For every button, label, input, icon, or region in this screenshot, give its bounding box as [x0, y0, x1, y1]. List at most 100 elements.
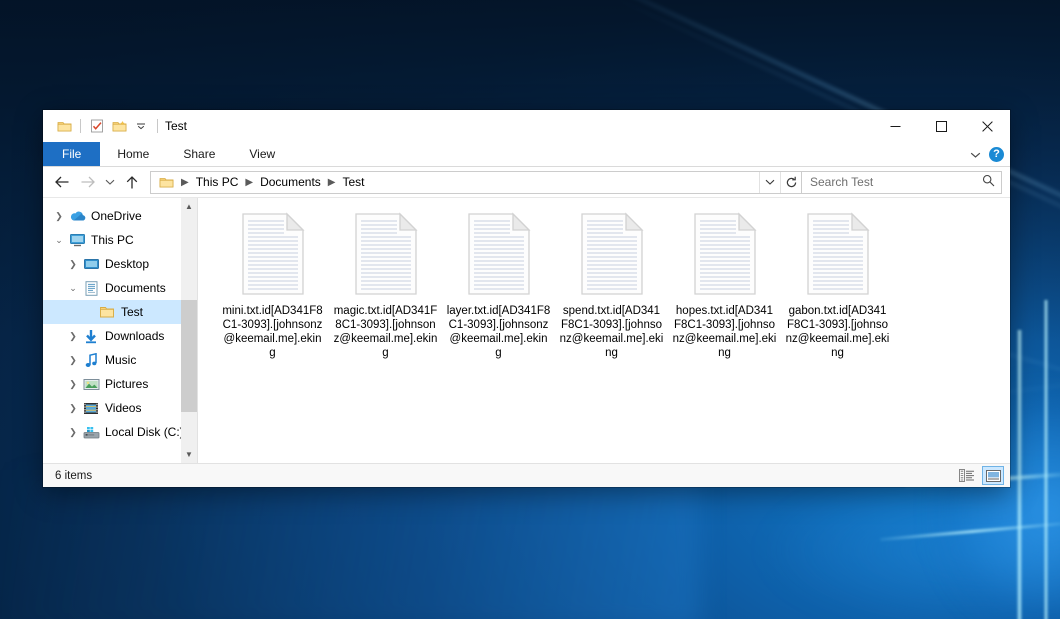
pictures-icon [81, 378, 101, 391]
toolbar-separator [80, 119, 81, 133]
music-icon [81, 353, 101, 368]
folder-icon [97, 305, 117, 319]
search-input[interactable] [810, 175, 982, 189]
tab-view[interactable]: View [232, 142, 292, 166]
search-box[interactable] [802, 171, 1002, 194]
text-file-icon [579, 212, 645, 296]
folder-icon[interactable] [53, 115, 75, 137]
tab-home[interactable]: Home [100, 142, 166, 166]
drive-icon [81, 426, 101, 439]
tab-file[interactable]: File [43, 142, 100, 166]
tab-share[interactable]: Share [166, 142, 232, 166]
maximize-button[interactable] [918, 110, 964, 142]
breadcrumb-documents[interactable]: Documents [257, 175, 324, 189]
tab-share-label: Share [183, 147, 215, 161]
navigation-pane-scrollbar[interactable]: ▲ ▼ [181, 198, 197, 463]
text-file-icon [240, 212, 306, 296]
window-controls [872, 110, 1010, 142]
chevron-down-icon[interactable]: ⌄ [65, 283, 81, 294]
breadcrumb-folder-icon [156, 176, 177, 189]
chevron-right-icon[interactable]: ❯ [65, 403, 81, 414]
refresh-icon[interactable] [780, 172, 801, 193]
sidebar-item-this-pc[interactable]: ⌄ This PC [43, 228, 197, 252]
scroll-down-arrow-icon[interactable]: ▼ [181, 446, 197, 463]
help-icon[interactable]: ? [989, 147, 1004, 162]
forward-button[interactable] [75, 169, 101, 195]
window-body: ❯ OneDrive ⌄ [43, 198, 1010, 463]
chevron-right-icon[interactable]: ❯ [65, 259, 81, 270]
sidebar-item-onedrive[interactable]: ❯ OneDrive [43, 204, 197, 228]
large-icons-view-button[interactable] [982, 466, 1004, 485]
breadcrumb-separator: ▶ [177, 177, 193, 188]
properties-icon[interactable] [86, 115, 108, 137]
address-dropdown-icon[interactable] [759, 172, 780, 193]
chevron-down-icon[interactable]: ⌄ [51, 235, 67, 246]
search-icon[interactable] [982, 174, 995, 190]
file-item[interactable]: mini.txt.id[AD341F8C1-3093].[johnsonz@ke… [216, 210, 329, 360]
quick-access-toolbar: Test [43, 115, 187, 137]
wallpaper-glow-left [0, 470, 700, 619]
desktop-icon [81, 258, 101, 271]
onedrive-icon [67, 210, 87, 222]
this-pc-icon [67, 233, 87, 247]
ribbon-collapse-chevron-icon[interactable] [970, 148, 981, 162]
file-item[interactable]: spend.txt.id[AD341F8C1-3093].[johnsonz@k… [555, 210, 668, 360]
scrollbar-thumb[interactable] [181, 300, 197, 412]
file-name-label: magic.txt.id[AD341F8C1-3093].[johnsonz@k… [334, 304, 438, 360]
address-bar[interactable]: ▶ This PC ▶ Documents ▶ Test [150, 171, 802, 194]
up-button[interactable] [119, 169, 145, 195]
minimize-button[interactable] [872, 110, 918, 142]
breadcrumb-this-pc[interactable]: This PC [193, 175, 242, 189]
file-name-label: spend.txt.id[AD341F8C1-3093].[johnsonz@k… [560, 304, 664, 360]
sidebar-item-test[interactable]: Test [43, 300, 197, 324]
file-item[interactable]: gabon.txt.id[AD341F8C1-3093].[johnsonz@k… [781, 210, 894, 360]
file-name-label: layer.txt.id[AD341F8C1-3093].[johnsonz@k… [447, 304, 551, 360]
file-name-label: gabon.txt.id[AD341F8C1-3093].[johnsonz@k… [786, 304, 890, 360]
file-grid: mini.txt.id[AD341F8C1-3093].[johnsonz@ke… [216, 210, 1000, 360]
desktop-wallpaper: Test File Home Share View [0, 0, 1060, 619]
back-button[interactable] [49, 169, 75, 195]
chevron-right-icon[interactable]: ❯ [65, 331, 81, 342]
sidebar-item-label: Desktop [105, 257, 149, 271]
sidebar-item-label: Pictures [105, 377, 148, 391]
chevron-right-icon[interactable]: ❯ [65, 427, 81, 438]
sidebar-item-label: Music [105, 353, 136, 367]
sidebar-item-music[interactable]: ❯ Music [43, 348, 197, 372]
sidebar-item-label: Test [121, 305, 143, 319]
sidebar-item-documents[interactable]: ⌄ Documents [43, 276, 197, 300]
scrollbar-track[interactable] [181, 215, 197, 446]
new-folder-icon[interactable] [108, 115, 130, 137]
file-name-label: mini.txt.id[AD341F8C1-3093].[johnsonz@ke… [221, 304, 325, 360]
sidebar-item-desktop[interactable]: ❯ Desktop [43, 252, 197, 276]
details-view-button[interactable] [956, 466, 978, 485]
sidebar-item-label: Videos [105, 401, 141, 415]
file-list-view[interactable]: mini.txt.id[AD341F8C1-3093].[johnsonz@ke… [198, 198, 1010, 463]
tab-file-label: File [62, 147, 81, 161]
file-item[interactable]: layer.txt.id[AD341F8C1-3093].[johnsonz@k… [442, 210, 555, 360]
file-item[interactable]: magic.txt.id[AD341F8C1-3093].[johnsonz@k… [329, 210, 442, 360]
address-bar-row: ▶ This PC ▶ Documents ▶ Test [43, 167, 1010, 198]
file-name-label: hopes.txt.id[AD341F8C1-3093].[johnsonz@k… [673, 304, 777, 360]
sidebar-item-downloads[interactable]: ❯ Downloads [43, 324, 197, 348]
recent-locations-chevron-icon[interactable] [101, 169, 119, 195]
file-item[interactable]: hopes.txt.id[AD341F8C1-3093].[johnsonz@k… [668, 210, 781, 360]
window-title: Test [165, 119, 187, 133]
breadcrumb-test[interactable]: Test [340, 175, 368, 189]
sidebar-item-local-disk-c[interactable]: ❯ Local Disk (C:) [43, 420, 197, 444]
chevron-right-icon[interactable]: ❯ [65, 379, 81, 390]
address-bar-actions [759, 172, 801, 193]
sidebar-item-pictures[interactable]: ❯ Pictures [43, 372, 197, 396]
chevron-right-icon[interactable]: ❯ [51, 211, 67, 222]
close-button[interactable] [964, 110, 1010, 142]
sidebar-item-label: Downloads [105, 329, 164, 343]
view-switch-buttons [956, 466, 1004, 485]
ribbon-tab-bar: File Home Share View ? [43, 142, 1010, 167]
scroll-up-arrow-icon[interactable]: ▲ [181, 198, 197, 215]
chevron-down-icon[interactable] [130, 115, 152, 137]
ribbon-right-controls: ? [970, 142, 1004, 167]
chevron-right-icon[interactable]: ❯ [65, 355, 81, 366]
downloads-icon [81, 329, 101, 344]
sidebar-item-videos[interactable]: ❯ [43, 396, 197, 420]
text-file-icon [353, 212, 419, 296]
text-file-icon [692, 212, 758, 296]
